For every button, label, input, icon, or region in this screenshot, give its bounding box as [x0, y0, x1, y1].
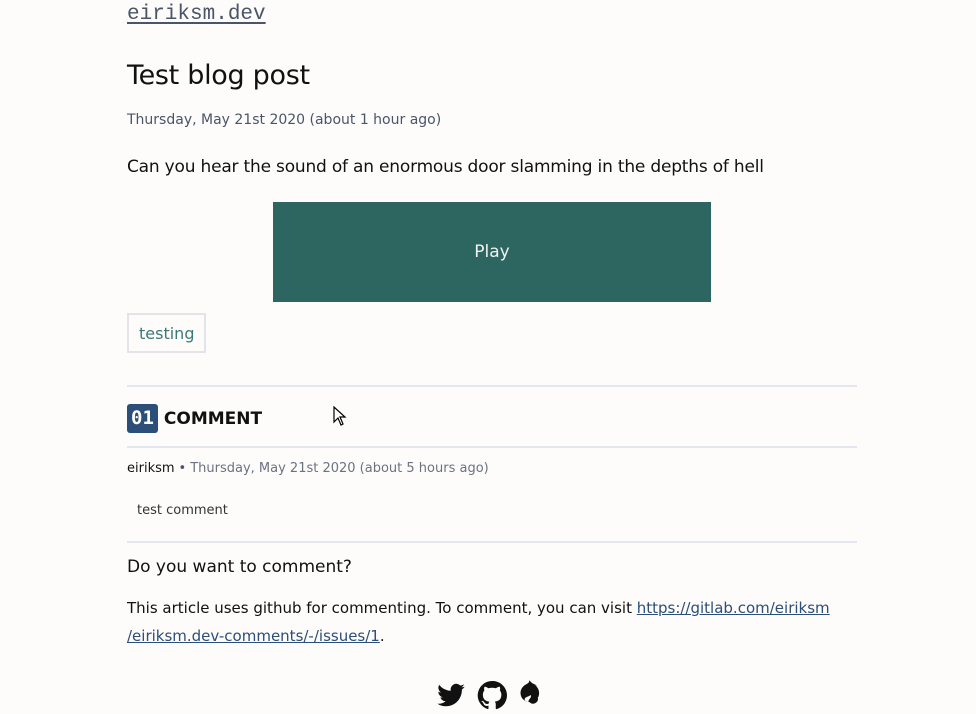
drupal-icon[interactable] [518, 680, 548, 710]
play-button[interactable]: Play [273, 202, 711, 302]
post-date: Thursday, May 21st 2020 (about 1 hour ag… [127, 112, 442, 128]
post-title: Test blog post [127, 60, 310, 91]
issue-link-line2[interactable]: /eiriksm.dev-comments/-/issues/1 [127, 627, 380, 645]
comment-count-label: COMMENT [163, 408, 263, 429]
issue-link-line1[interactable]: https://gitlab.com/eiriksm [637, 599, 830, 617]
social-links [436, 680, 548, 710]
comment-separator: • [178, 461, 187, 476]
github-icon[interactable] [477, 680, 507, 710]
comment-cta-heading: Do you want to comment? [127, 557, 352, 577]
comment-cta-text: This article uses github for commenting.… [127, 594, 847, 650]
cta-text-before: This article uses github for commenting.… [127, 599, 637, 617]
divider [127, 541, 857, 543]
divider [127, 385, 857, 387]
divider [127, 446, 857, 448]
mouse-cursor-icon [333, 406, 347, 426]
post-body: Can you hear the sound of an enormous do… [127, 157, 764, 177]
comment-text: test comment [137, 503, 228, 518]
comment-date: Thursday, May 21st 2020 (about 5 hours a… [190, 461, 489, 476]
comment-meta: eiriksm • Thursday, May 21st 2020 (about 5… [127, 461, 489, 476]
comments-heading: 01 COMMENT [127, 404, 262, 433]
twitter-icon[interactable] [436, 680, 466, 710]
comment-count-badge: 01 [127, 404, 158, 433]
tag-testing[interactable]: testing [127, 313, 207, 353]
comment-author: eiriksm [127, 461, 175, 476]
site-title-link[interactable]: eiriksm.dev [127, 3, 266, 26]
cta-text-after: . [379, 627, 385, 645]
